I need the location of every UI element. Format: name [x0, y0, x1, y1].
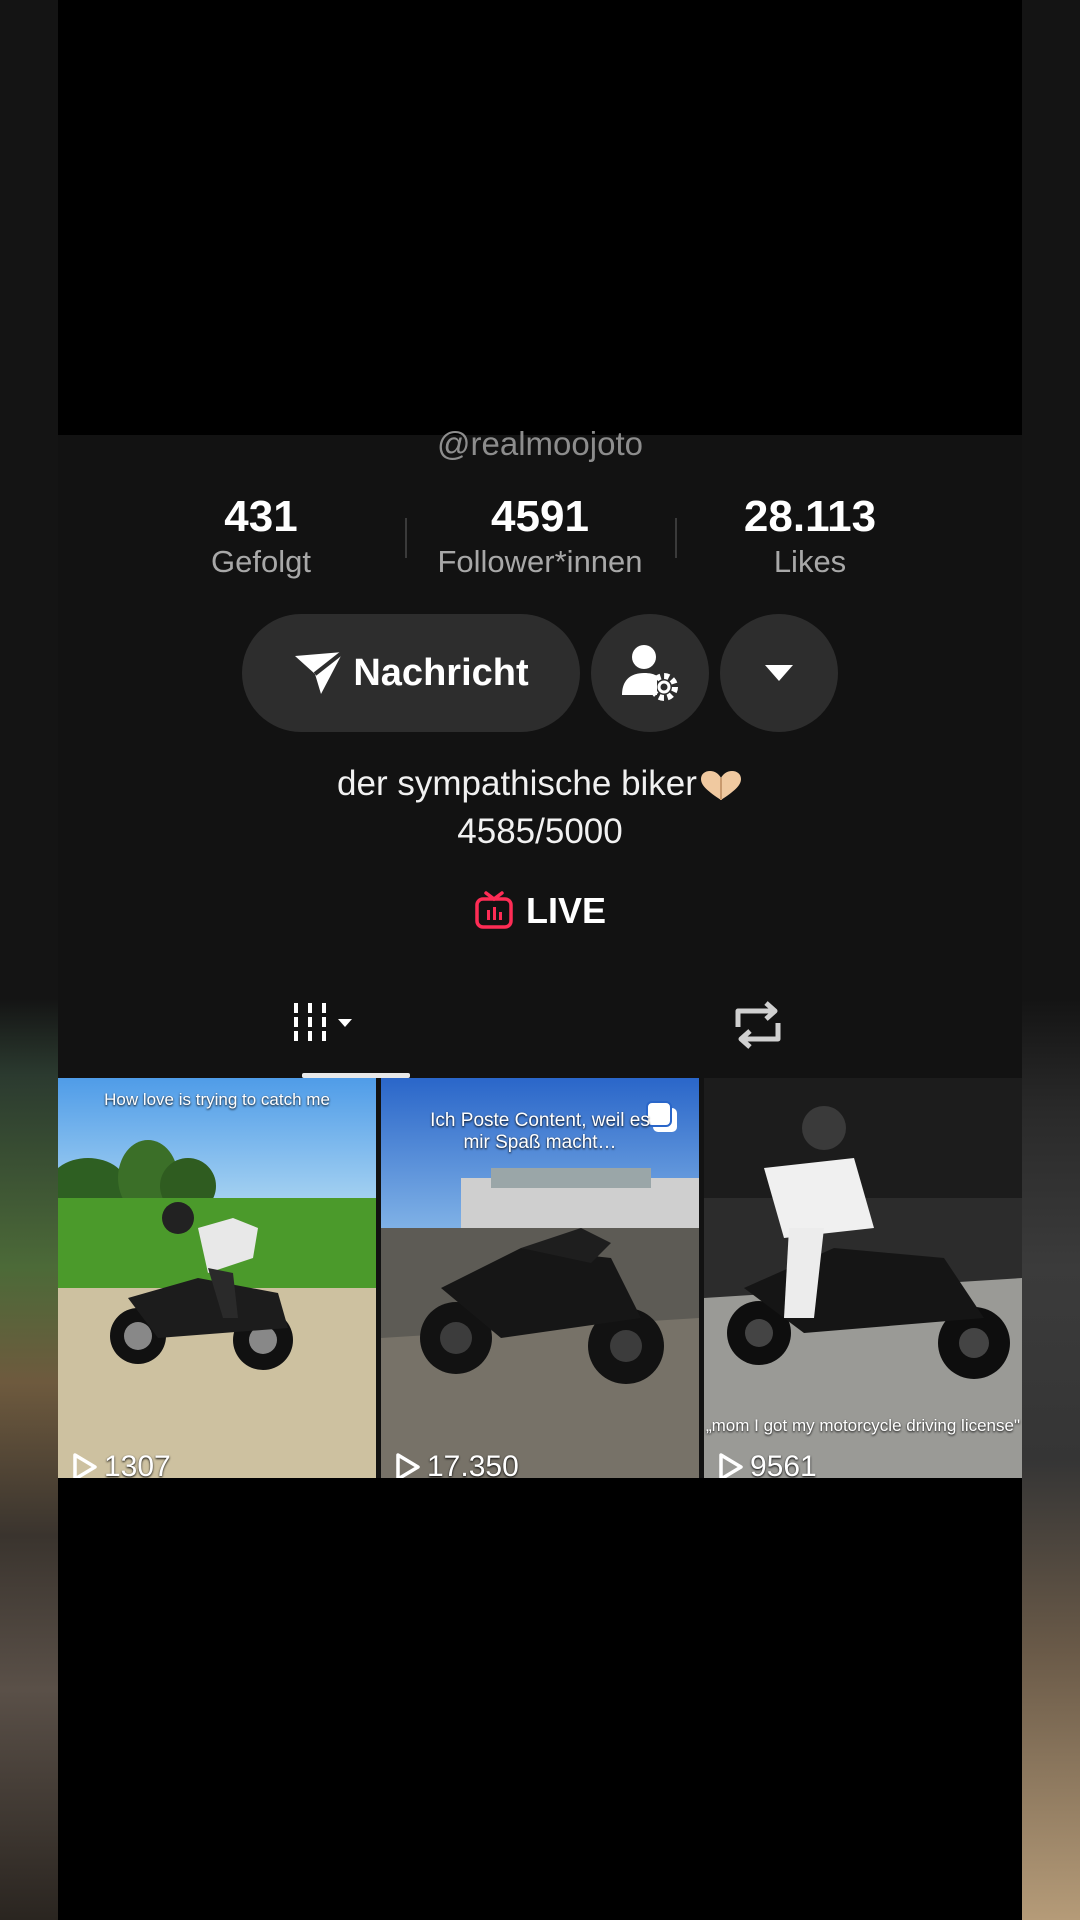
send-icon: [295, 650, 345, 694]
play-icon: [719, 1453, 743, 1478]
video-caption: How love is trying to catch me: [104, 1090, 330, 1109]
view-count: 17.350: [395, 1450, 519, 1478]
play-icon: [73, 1453, 97, 1478]
video-grid-icon: [294, 1003, 352, 1041]
blurred-background-left: [0, 0, 58, 1920]
profile-handle: @realmoojoto: [437, 425, 643, 462]
view-count-value: 17.350: [427, 1450, 519, 1478]
message-button[interactable]: Nachricht: [242, 614, 580, 732]
video-grid: How love is trying to catch me 1307 Ich …: [58, 1078, 1022, 1478]
stat-followers[interactable]: 4591 Follower*innen: [405, 492, 675, 580]
tab-reposts[interactable]: [728, 997, 788, 1057]
stat-label: Gefolgt: [211, 544, 311, 579]
view-count-value: 1307: [104, 1450, 171, 1478]
video-caption: Ich Poste Content, weil es mir Spaß mach…: [430, 1110, 650, 1153]
tab-videos[interactable]: [290, 997, 390, 1057]
person-gear-icon: [622, 645, 678, 701]
profile-screen: @realmoojoto 431 Gefolgt 4591 Follower*i…: [58, 0, 1022, 1920]
caret-down-icon: [765, 665, 793, 681]
stat-following[interactable]: 431 Gefolgt: [126, 492, 396, 580]
bottom-area: [58, 1478, 1022, 1920]
stat-value: 431: [224, 492, 298, 541]
video-caption: „mom I got my motorcycle driving license…: [705, 1416, 1020, 1435]
heart-hands-icon: [700, 770, 741, 800]
content-tabs: [58, 985, 1022, 1075]
video-thumbnail[interactable]: „mom I got my motorcycle driving license…: [704, 1078, 1022, 1478]
repost-icon: [735, 1001, 781, 1049]
stat-label: Likes: [773, 544, 847, 579]
video-thumbnail[interactable]: Ich Poste Content, weil es mir Spaß mach…: [381, 1078, 699, 1478]
view-count: 9561: [718, 1450, 817, 1478]
more-options-button[interactable]: [720, 614, 838, 732]
live-link[interactable]: LIVE: [58, 890, 1022, 932]
stat-likes[interactable]: 28.113 Likes: [675, 492, 945, 580]
video-thumbnail-image: [58, 1078, 376, 1478]
bio-line-1: der sympathische biker: [337, 764, 697, 803]
header-area: [58, 0, 1022, 435]
bio-line-2: 4585/5000: [457, 812, 623, 851]
live-label: LIVE: [525, 890, 606, 931]
friend-settings-button[interactable]: [591, 614, 709, 732]
profile-stats: 431 Gefolgt 4591 Follower*innen 28.113 L…: [58, 492, 1022, 592]
stat-divider: [405, 518, 407, 558]
message-button-label: Nachricht: [353, 651, 529, 694]
stat-value: 28.113: [743, 492, 877, 541]
profile-bio: der sympathische biker 4585/5000: [58, 760, 1022, 856]
stat-value: 4591: [491, 492, 589, 541]
play-icon: [396, 1453, 420, 1478]
view-count: 1307: [72, 1450, 171, 1478]
view-count-value: 9561: [750, 1450, 817, 1478]
stat-label: Follower*innen: [437, 544, 643, 579]
blurred-background-right: [1022, 0, 1080, 1920]
live-tv-icon: [475, 891, 513, 929]
stat-divider: [675, 518, 677, 558]
video-thumbnail[interactable]: How love is trying to catch me 1307: [58, 1078, 376, 1478]
